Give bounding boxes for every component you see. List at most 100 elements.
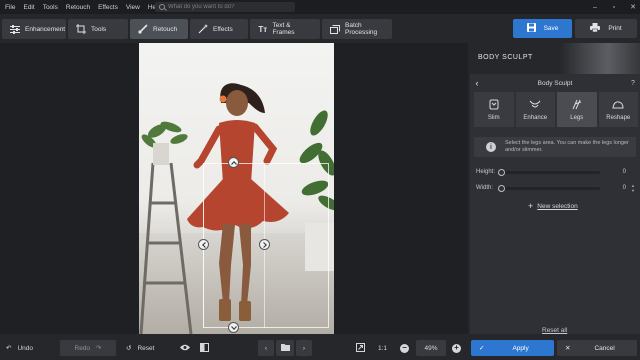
text-icon: Tт xyxy=(258,24,268,34)
tool-subheader: ‹ Body Sculpt ? xyxy=(470,76,640,90)
new-selection-link[interactable]: + New selection xyxy=(528,201,578,211)
width-slider-knob[interactable] xyxy=(498,184,505,192)
reset-button[interactable]: ↺ Reset xyxy=(126,340,166,356)
reset-icon: ↺ xyxy=(126,345,132,352)
info-box: i Select the legs area. You can make the… xyxy=(474,137,636,157)
zoom-in-icon: + xyxy=(452,343,461,353)
minimize-icon[interactable]: – xyxy=(590,2,600,12)
compare-toggle[interactable] xyxy=(200,340,212,356)
tool-enhance[interactable]: Enhance xyxy=(515,92,555,127)
tab-enhancement[interactable]: Enhancement xyxy=(2,19,66,39)
save-button[interactable]: Save xyxy=(513,19,572,38)
width-stepper[interactable]: ▲ ▼ xyxy=(630,183,636,193)
panel-header: BODY SCULPT xyxy=(470,43,640,74)
search-icon xyxy=(159,4,165,10)
checkmark-icon: ✓ xyxy=(479,345,485,352)
undo-label: Undo xyxy=(17,344,33,352)
height-value: 0 xyxy=(622,169,626,175)
save-icon xyxy=(526,23,536,34)
tool-legs[interactable]: Legs xyxy=(557,92,597,127)
compare-icon xyxy=(200,342,209,354)
tab-batch-processing-label: Batch Processing xyxy=(345,22,378,36)
sculpt-tools: Slim Enhance Legs Reshape xyxy=(474,92,638,127)
tab-retouch-label: Retouch xyxy=(153,25,178,33)
cancel-label: Cancel xyxy=(594,344,615,352)
tab-batch-processing[interactable]: Batch Processing xyxy=(322,19,392,39)
handle-bottom[interactable] xyxy=(228,322,239,333)
handle-left[interactable] xyxy=(198,239,209,250)
height-slider-knob[interactable] xyxy=(498,168,505,176)
preview-toggle[interactable] xyxy=(180,340,192,356)
tab-text-frames[interactable]: Tт Text & Frames xyxy=(250,19,320,39)
menu-file[interactable]: File xyxy=(0,4,19,11)
zoom-level[interactable]: 49% xyxy=(416,340,446,356)
chevron-right-icon: › xyxy=(302,344,306,352)
height-label: Height: xyxy=(476,169,496,175)
chevron-left-icon: ‹ xyxy=(264,344,268,352)
enhance-icon xyxy=(529,100,541,107)
fit-to-screen-button[interactable] xyxy=(356,340,368,356)
new-selection-label: New selection xyxy=(537,202,578,210)
reset-all-link[interactable]: Reset all xyxy=(542,327,567,334)
eye-icon xyxy=(180,344,190,353)
tab-retouch[interactable]: Retouch xyxy=(130,19,188,39)
chevron-right-icon xyxy=(262,241,267,248)
print-label: Print xyxy=(608,25,622,32)
window-controls: – ▫ ✕ xyxy=(590,2,638,12)
redo-label: Redo xyxy=(74,344,91,352)
photo[interactable] xyxy=(139,43,334,334)
menu-edit[interactable]: Edit xyxy=(19,4,38,11)
close-icon[interactable]: ✕ xyxy=(628,2,638,12)
handle-right[interactable] xyxy=(259,239,270,250)
batch-icon xyxy=(330,24,340,34)
print-button[interactable]: Print xyxy=(575,19,637,38)
chevron-up-icon xyxy=(230,160,237,165)
reset-label: Reset xyxy=(137,344,155,352)
menu-effects[interactable]: Effects xyxy=(94,4,122,11)
width-slider[interactable] xyxy=(498,184,600,192)
magic-wand-icon xyxy=(198,24,208,34)
cancel-button[interactable]: ✕ Cancel xyxy=(557,340,637,356)
stepper-down-icon[interactable]: ▼ xyxy=(631,188,635,193)
folder-icon xyxy=(280,343,290,353)
help-icon[interactable]: ? xyxy=(626,80,640,87)
height-slider[interactable] xyxy=(498,168,600,176)
zoom-out-button[interactable]: − xyxy=(400,340,412,356)
zoom-out-icon: − xyxy=(400,343,409,353)
tab-enhancement-label: Enhancement xyxy=(25,25,66,33)
info-icon: i xyxy=(486,142,496,152)
actual-size-button[interactable]: 1:1 xyxy=(378,340,392,356)
tool-slim-label: Slim xyxy=(487,114,500,121)
next-button[interactable]: › xyxy=(296,340,312,356)
body-sculpt-panel: BODY SCULPT ‹ Body Sculpt ? Slim Enhance… xyxy=(470,43,640,334)
fit-screen-icon xyxy=(356,342,365,354)
menu-tools[interactable]: Tools xyxy=(39,4,62,11)
maximize-icon[interactable]: ▫ xyxy=(609,2,619,12)
redo-button[interactable]: Redo ↷ xyxy=(60,340,116,356)
plus-icon: + xyxy=(528,201,534,211)
zoom-value: 49% xyxy=(424,344,438,352)
undo-button[interactable]: ↶ Undo xyxy=(6,340,54,356)
tab-tools[interactable]: Tools xyxy=(68,19,128,39)
zoom-in-button[interactable]: + xyxy=(452,340,464,356)
tool-reshape[interactable]: Reshape xyxy=(598,92,638,127)
width-value[interactable]: 0 xyxy=(604,185,626,191)
open-folder-button[interactable] xyxy=(276,340,294,356)
menu-view[interactable]: View xyxy=(122,4,144,11)
handle-top[interactable] xyxy=(228,157,239,168)
tool-slim[interactable]: Slim xyxy=(474,92,514,127)
search-input[interactable] xyxy=(168,4,288,10)
canvas-area[interactable] xyxy=(0,43,468,334)
close-icon: ✕ xyxy=(565,345,571,352)
back-arrow-icon[interactable]: ‹ xyxy=(470,78,484,88)
redo-icon: ↷ xyxy=(96,345,102,352)
menu-retouch[interactable]: Retouch xyxy=(62,4,94,11)
apply-label: Apply xyxy=(512,344,529,352)
tool-reshape-label: Reshape xyxy=(606,114,631,121)
header-thumbnail xyxy=(560,43,640,74)
chevron-down-icon xyxy=(230,325,237,330)
tab-effects[interactable]: Effects xyxy=(190,19,248,39)
tool-enhance-label: Enhance xyxy=(523,114,548,121)
previous-button[interactable]: ‹ xyxy=(258,340,274,356)
apply-button[interactable]: ✓ Apply xyxy=(471,340,554,356)
